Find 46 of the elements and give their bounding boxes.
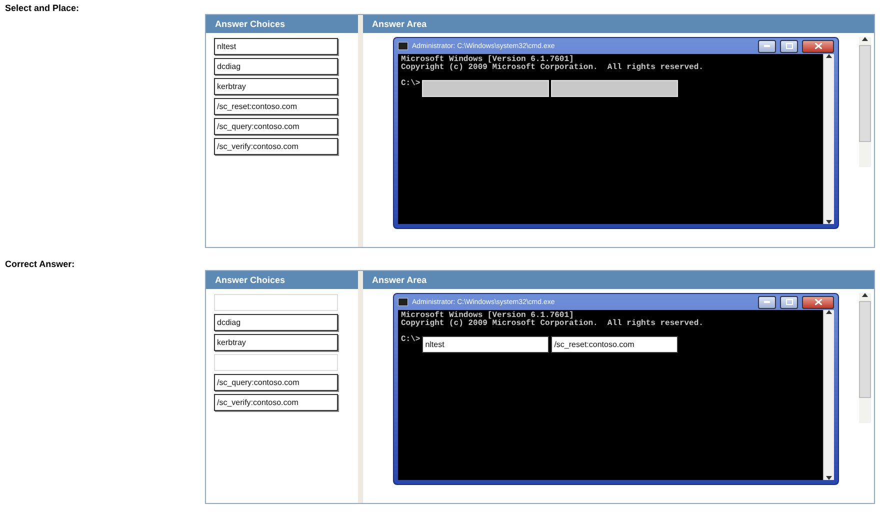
console-prompt: C:\>	[401, 80, 420, 88]
console-text: Copyright (c) 2009 Microsoft Corporation. All rights reserved.	[401, 64, 704, 72]
section-label: Correct Answer:	[4, 258, 76, 270]
answer-choice[interactable]: /sc_query:contoso.com	[214, 374, 338, 391]
answer-choice[interactable]: nltest	[214, 38, 338, 55]
close-icon	[814, 43, 822, 49]
console-text: Copyright (c) 2009 Microsoft Corporation. All rights reserved.	[401, 320, 704, 328]
panel-header: Answer Area	[363, 15, 874, 33]
close-icon	[814, 299, 822, 305]
answer-choice[interactable]: kerbtray	[214, 334, 338, 351]
console-icon	[398, 298, 408, 306]
minimize-button[interactable]	[758, 296, 776, 308]
maximize-button[interactable]	[780, 40, 798, 52]
placed-answer[interactable]: /sc_reset:contoso.com	[551, 336, 678, 353]
panel-header: Answer Choices	[206, 15, 358, 33]
maximize-button[interactable]	[780, 296, 798, 308]
console-icon	[398, 42, 408, 50]
scrollbar[interactable]	[823, 54, 834, 224]
scroll-down-icon[interactable]	[826, 220, 832, 224]
answer-choice[interactable]: /sc_verify:contoso.com	[214, 138, 338, 155]
console-prompt: C:\>	[401, 336, 420, 344]
close-button[interactable]	[802, 296, 834, 308]
answer-choice[interactable]: dcdiag	[214, 314, 338, 331]
maximize-icon	[786, 299, 792, 305]
panel-header: Answer Choices	[206, 271, 358, 289]
minimize-button[interactable]	[758, 40, 776, 52]
minimize-icon	[764, 301, 770, 303]
scroll-down-icon[interactable]	[826, 476, 832, 480]
console-text: Microsoft Windows [Version 6.1.7601]	[401, 56, 574, 64]
answer-choice[interactable]: kerbtray	[214, 78, 338, 95]
section-label: Select and Place:	[4, 2, 80, 14]
minimize-icon	[764, 45, 770, 47]
close-button[interactable]	[802, 40, 834, 52]
console-text: Microsoft Windows [Version 6.1.7601]	[401, 312, 574, 320]
answer-choice[interactable]: dcdiag	[214, 58, 338, 75]
answer-choice[interactable]: /sc_verify:contoso.com	[214, 394, 338, 411]
scrollbar[interactable]	[823, 310, 834, 480]
scroll-up-icon[interactable]	[862, 293, 868, 297]
maximize-icon	[786, 43, 792, 49]
scrollbar[interactable]	[859, 37, 871, 167]
answer-choice[interactable]: /sc_reset:contoso.com	[214, 98, 338, 115]
scrollbar[interactable]	[859, 293, 871, 423]
panel-header: Answer Area	[363, 271, 874, 289]
scroll-up-icon[interactable]	[862, 37, 868, 41]
placed-answer[interactable]: nltest	[422, 336, 550, 353]
answer-choice[interactable]: /sc_query:contoso.com	[214, 118, 338, 135]
